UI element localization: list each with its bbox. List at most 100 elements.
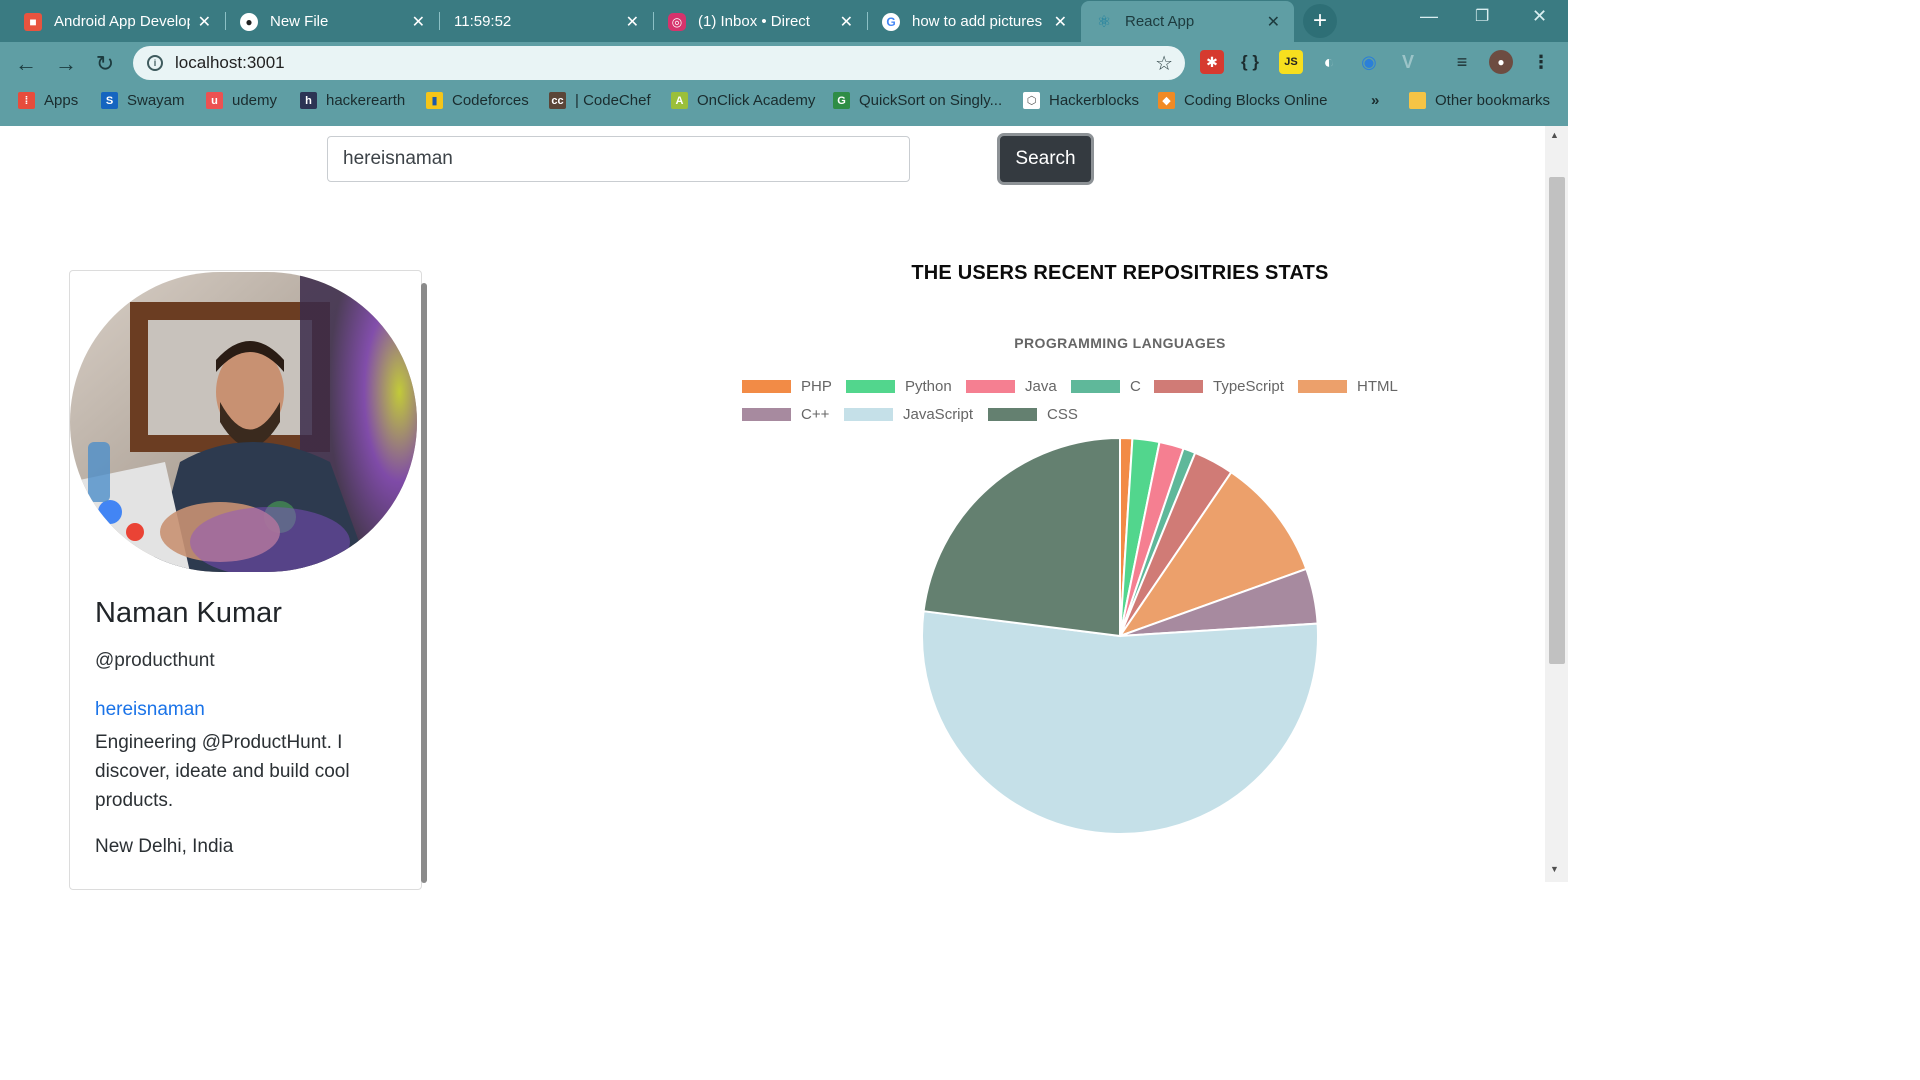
legend-item-c[interactable]: C <box>1071 378 1141 395</box>
tab-clock[interactable]: 11:59:52 ✕ <box>440 1 653 42</box>
forward-arrow-icon[interactable]: → <box>52 50 80 78</box>
back-arrow-icon[interactable]: ← <box>12 50 40 78</box>
bookmark-udemy[interactable]: u udemy <box>206 92 277 109</box>
legend-swatch <box>844 408 893 421</box>
legend-item-css[interactable]: CSS <box>988 406 1078 423</box>
scrollbar-thumb[interactable] <box>1549 177 1565 664</box>
json-formatter-icon[interactable]: { } <box>1238 50 1262 74</box>
search-button[interactable]: Search <box>997 133 1094 185</box>
legend-label: TypeScript <box>1213 378 1284 395</box>
legend-swatch <box>846 380 895 393</box>
tab-title: (1) Inbox • Direct <box>698 13 810 30</box>
hackerearth-icon: h <box>300 92 317 109</box>
media-control-icon[interactable]: ≡ <box>1450 50 1474 74</box>
pie-chart <box>921 436 1319 836</box>
profile-avatar-icon[interactable]: ● <box>1489 50 1513 74</box>
legend-label: C <box>1130 378 1141 395</box>
tab-google-search[interactable]: G how to add pictures ✕ <box>868 1 1081 42</box>
react-icon: ⚛ <box>1096 13 1112 31</box>
info-icon[interactable]: i <box>147 55 163 71</box>
onclick-icon: A <box>671 92 688 109</box>
reload-icon[interactable]: ↻ <box>91 50 119 78</box>
scroll-down-arrow-icon[interactable]: ▼ <box>1550 864 1559 874</box>
tab-title: New File <box>270 13 329 30</box>
legend-label: Java <box>1025 378 1057 395</box>
chart-title: PROGRAMMING LANGUAGES <box>1014 335 1226 351</box>
legend-item-html[interactable]: HTML <box>1298 378 1398 395</box>
close-tab-icon[interactable]: ✕ <box>626 12 639 32</box>
instagram-icon: ◎ <box>668 12 686 31</box>
legend-item-java[interactable]: Java <box>966 378 1057 395</box>
close-tab-icon[interactable]: ✕ <box>1054 12 1067 32</box>
browser-chrome: ■ Android App Develop ✕ ● New File ✕ 11:… <box>0 0 1568 126</box>
legend-item-typescript[interactable]: TypeScript <box>1154 378 1284 395</box>
legend-label: CSS <box>1047 406 1078 423</box>
legend-label: PHP <box>801 378 832 395</box>
apps-grid-icon: ⁞ <box>18 92 35 109</box>
close-tab-icon[interactable]: ✕ <box>840 12 853 32</box>
tab-instagram[interactable]: ◎ (1) Inbox • Direct ✕ <box>654 1 867 42</box>
profile-location: New Delhi, India <box>95 836 234 857</box>
bookmark-star-icon[interactable]: ☆ <box>1155 51 1173 76</box>
javascript-icon[interactable]: JS <box>1279 50 1303 74</box>
restore-icon[interactable]: ❐ <box>1475 6 1489 26</box>
close-tab-icon[interactable]: ✕ <box>198 12 211 32</box>
legend-label: C++ <box>801 406 830 423</box>
vue-icon[interactable]: V <box>1396 50 1420 74</box>
dark-mode-icon[interactable]: ◐ <box>1317 50 1341 74</box>
google-icon: G <box>882 12 900 31</box>
cube-icon: ■ <box>24 12 42 31</box>
bookmark-hackerblocks[interactable]: ⬡ Hackerblocks <box>1023 92 1139 109</box>
legend-swatch <box>742 408 791 421</box>
legend-item-python[interactable]: Python <box>846 378 952 395</box>
profile-login-link[interactable]: hereisnaman <box>95 699 205 721</box>
tab-android-app[interactable]: ■ Android App Develop ✕ <box>10 1 225 42</box>
bookmarks-bar: ⁞ Apps S Swayam u udemy h hackerearth ▮ Codef… <box>0 88 1568 118</box>
legend-item-php[interactable]: PHP <box>742 378 832 395</box>
pie-slice-javascript[interactable] <box>921 610 1319 836</box>
swayam-icon: S <box>101 92 118 109</box>
legend-swatch <box>966 380 1015 393</box>
minimize-icon[interactable]: — <box>1420 6 1438 27</box>
edge-icon[interactable]: ◉ <box>1357 50 1381 74</box>
bookmark-coding-blocks[interactable]: ◆ Coding Blocks Online <box>1158 92 1327 109</box>
bookmark-apps[interactable]: ⁞ Apps <box>18 92 78 109</box>
bookmark-swayam[interactable]: S Swayam <box>101 92 185 109</box>
tab-react-app[interactable]: ⚛ React App ✕ <box>1081 1 1294 42</box>
address-bar[interactable]: i localhost:3001 ☆ <box>133 46 1185 80</box>
card-shadow <box>421 283 427 883</box>
window-close-icon[interactable]: ✕ <box>1532 6 1547 27</box>
legend-label: Python <box>905 378 952 395</box>
profile-name: Naman Kumar <box>95 597 282 629</box>
bookmark-codechef[interactable]: cc | CodeChef <box>549 92 651 109</box>
other-bookmarks[interactable]: Other bookmarks <box>1409 92 1550 109</box>
bookmark-hackerearth[interactable]: h hackerearth <box>300 92 405 109</box>
profile-bio: Engineering @ProductHunt. I discover, id… <box>95 732 350 811</box>
close-tab-icon[interactable]: ✕ <box>1267 12 1280 32</box>
search-input[interactable]: hereisnaman <box>327 136 910 182</box>
new-tab-button[interactable]: + <box>1303 4 1337 38</box>
bookmark-codeforces[interactable]: ▮ Codeforces <box>426 92 529 109</box>
folder-icon <box>1409 92 1426 109</box>
codechef-icon: cc <box>549 92 566 109</box>
tab-title: 11:59:52 <box>454 13 512 30</box>
legend-label: JavaScript <box>903 406 974 423</box>
bookmark-onclick-academy[interactable]: A OnClick Academy <box>671 92 815 109</box>
url-text: localhost:3001 <box>175 53 285 72</box>
legend-item-javascript[interactable]: JavaScript <box>844 406 973 423</box>
legend-swatch <box>988 408 1037 421</box>
udemy-icon: u <box>206 92 223 109</box>
codeforces-icon: ▮ <box>426 92 443 109</box>
bookmarks-overflow[interactable]: » <box>1371 92 1379 109</box>
scroll-up-arrow-icon[interactable]: ▲ <box>1550 130 1559 140</box>
close-tab-icon[interactable]: ✕ <box>412 12 425 32</box>
legend-item-c-[interactable]: C++ <box>742 406 829 423</box>
pie-slice-css[interactable] <box>922 436 1121 638</box>
legend-swatch <box>1298 380 1347 393</box>
geeksforgeeks-icon: G <box>833 92 850 109</box>
stats-heading: THE USERS RECENT REPOSITRIES STATS <box>911 262 1329 284</box>
extension-icon[interactable]: ✱ <box>1200 50 1224 74</box>
tab-new-file[interactable]: ● New File ✕ <box>226 1 439 42</box>
bookmark-quicksort[interactable]: G QuickSort on Singly... <box>833 92 1002 109</box>
menu-kebab-icon[interactable]: ⋮ <box>1529 50 1553 74</box>
